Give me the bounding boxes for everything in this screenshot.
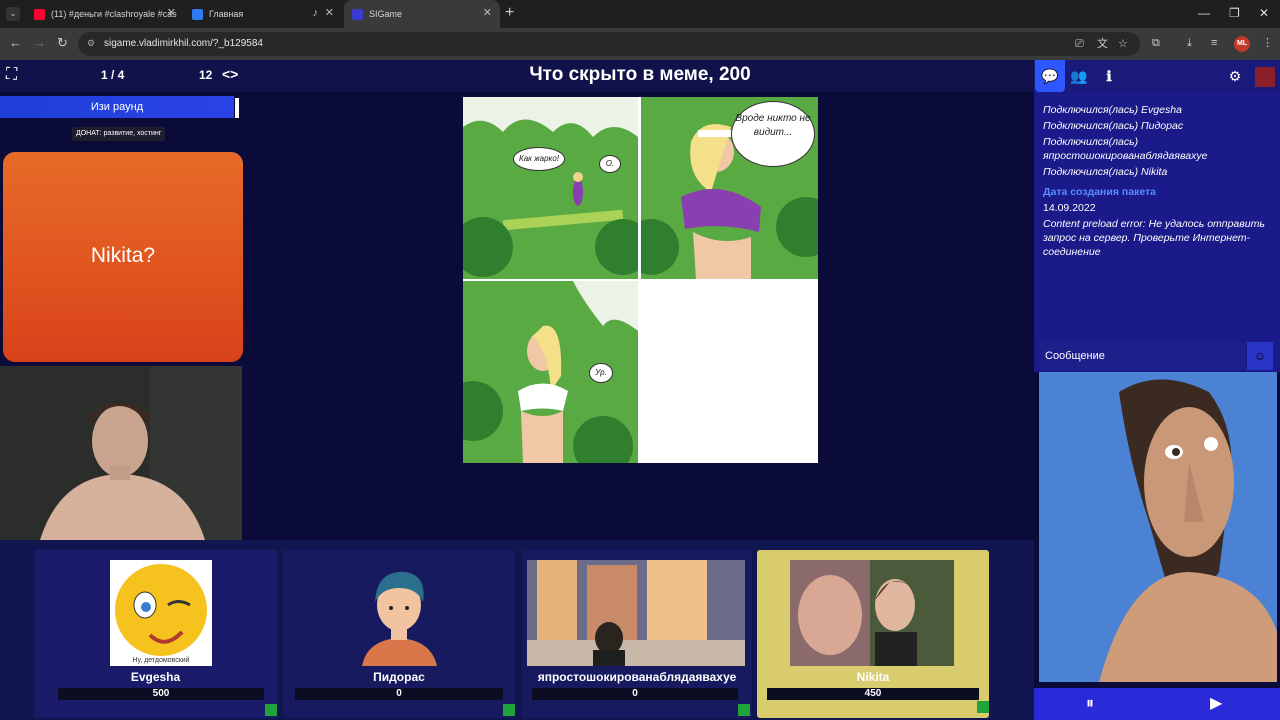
media-controls-icon[interactable]: ≡ [1211, 37, 1217, 49]
message-input[interactable]: Сообщение [1038, 342, 1246, 370]
avatar-caption: Ну, детдомовский [132, 656, 189, 664]
player-avatar [527, 560, 745, 666]
url-text: sigame.vladimirkhil.com/?_b129584 [104, 38, 263, 49]
settings-gear-icon[interactable]: ⚙ [1220, 60, 1250, 92]
chat-message: 14.09.2022 [1043, 202, 1096, 214]
question-image: Как жарко! О. Вроде никто не видит... Ур… [463, 97, 818, 463]
code-toggle-icon[interactable]: <> [222, 66, 238, 82]
player-avatar [790, 560, 954, 666]
player-avatar [347, 560, 451, 666]
play-icon[interactable]: ▶ [1210, 694, 1222, 714]
player-avatar: Ну, детдомовский [110, 560, 212, 666]
browser-tab-bar: ⌄ (11) #деньги #clashroyale #cas ✕ Главн… [0, 0, 1280, 28]
install-icon[interactable]: ⎚ [1075, 38, 1084, 50]
player-name: Nikita [856, 670, 890, 684]
bookmark-star-icon[interactable]: ☆ [1118, 38, 1128, 50]
player-name: Пидорас [373, 670, 425, 684]
player-score: 0 [295, 688, 503, 700]
translate-icon[interactable]: 文 [1097, 38, 1108, 50]
user-avatar-icon[interactable] [1250, 60, 1280, 92]
meme-panel-1-art [463, 97, 638, 279]
minimize-icon[interactable]: — [1198, 6, 1210, 20]
meme-bubble: Как жарко! [513, 147, 565, 171]
player-score: 450 [767, 688, 979, 700]
chat-message: Подключился(лась) япростошокированабляда… [1043, 136, 1208, 162]
player-name: япростошокированаблядаявахуе [537, 670, 737, 684]
answer-text: Nikita? [90, 244, 156, 267]
emoji-icon[interactable]: ☺ [1247, 342, 1273, 370]
round-progress: 1 / 4 [101, 68, 125, 82]
player-status-indicator [503, 704, 515, 716]
chat-header: Дата создания пакета [1043, 186, 1157, 198]
browser-tab-sigame[interactable]: SIGame ✕ [344, 0, 500, 28]
player-card[interactable]: Ну, детдомовский Evgesha 500 [34, 550, 277, 718]
tab-title: SIGame [369, 9, 403, 19]
browser-tab-main[interactable]: Главная ♪ ✕ [184, 0, 342, 28]
player-score: 0 [532, 688, 738, 700]
host-webcam-image [1039, 372, 1277, 682]
chat-tab-icon[interactable]: 💬 [1035, 60, 1065, 92]
chat-message: Подключился(лась) Пидорас [1043, 120, 1184, 132]
extensions-icon[interactable]: ⧉ [1152, 37, 1160, 49]
meme-bubble: Ур. [589, 363, 613, 383]
round-name-bar: Изи раунд [0, 96, 234, 118]
browser-toolbar: ← → ↻ ⚙ sigame.vladimirkhil.com/?_b12958… [0, 28, 1280, 60]
meme-panel-3: Ур. [463, 281, 638, 463]
question-title: Что скрыто в меме, 200 [529, 64, 751, 85]
sigame-logo-icon[interactable]: ⛶ [6, 67, 17, 83]
close-window-icon[interactable]: ✕ [1259, 6, 1269, 20]
youtube-icon [34, 8, 45, 20]
reload-icon[interactable]: ↻ [57, 36, 68, 50]
tab-search-icon[interactable]: ⌄ [6, 7, 20, 21]
pause-icon[interactable]: ⏸ [1086, 694, 1094, 714]
download-icon[interactable]: ⤓ [1187, 37, 1192, 49]
player-card[interactable]: япростошокированаблядаявахуе 0 [522, 550, 752, 718]
new-tab-icon[interactable]: + [505, 5, 514, 21]
player-status-indicator [738, 704, 750, 716]
address-bar[interactable]: ⚙ sigame.vladimirkhil.com/?_b129584 ⎚ 文 … [78, 32, 1140, 56]
menu-kebab-icon[interactable]: ⋮ [1262, 37, 1273, 49]
player-name: Evgesha [130, 670, 181, 684]
profile-avatar[interactable]: ML [1234, 36, 1250, 52]
player-status-indicator [265, 704, 277, 716]
player-card-active[interactable]: Nikita 450 [757, 550, 989, 718]
meme-bubble: Вроде никто не видит... [731, 101, 815, 167]
donate-link[interactable]: ДОНАТ: развитие, хостинг [72, 127, 166, 141]
info-tab-icon[interactable]: ℹ [1094, 60, 1124, 92]
player-status-indicator [977, 701, 989, 713]
browser-tab-youtube[interactable]: (11) #деньги #clashroyale #cas ✕ [26, 0, 184, 28]
forward-icon[interactable]: → [33, 36, 46, 50]
host-controls [1034, 688, 1280, 720]
timer-value: 12 [199, 68, 213, 82]
chat-message: Content preload error: Не удалось отправ… [1043, 218, 1265, 258]
chat-message: Подключился(лась) Evgesha [1043, 104, 1182, 116]
meme-panel-2: Вроде никто не видит... [641, 97, 818, 279]
close-tab-icon[interactable]: ✕ [167, 8, 176, 19]
answer-card: Nikita? [3, 152, 243, 362]
speaker-icon[interactable]: ♪ [313, 8, 319, 19]
close-tab-icon[interactable]: ✕ [483, 8, 492, 19]
close-tab-icon[interactable]: ✕ [325, 8, 334, 19]
tab-title: (11) #деньги #clashroyale #cas [51, 9, 177, 19]
meme-panel-1: Как жарко! О. [463, 97, 638, 279]
streamer-webcam [0, 366, 242, 540]
meme-bubble: О. [599, 155, 621, 173]
restore-icon[interactable]: ❐ [1229, 6, 1240, 20]
site-info-icon[interactable]: ⚙ [87, 38, 98, 49]
sigame-icon [352, 8, 363, 20]
back-icon[interactable]: ← [9, 36, 22, 50]
player-card[interactable]: Пидорас 0 [283, 550, 515, 718]
streamer-webcam-image [0, 366, 242, 540]
round-bar-marker [235, 98, 239, 118]
chat-log: Подключился(лась) Evgesha Подключился(ла… [1043, 103, 1273, 261]
player-score: 500 [58, 688, 264, 700]
play-icon [192, 8, 203, 20]
players-tab-icon[interactable]: 👥 [1064, 60, 1094, 92]
host-webcam [1039, 372, 1277, 682]
tab-title: Главная [209, 9, 244, 19]
chat-message: Подключился(лась) Nikita [1043, 166, 1168, 178]
